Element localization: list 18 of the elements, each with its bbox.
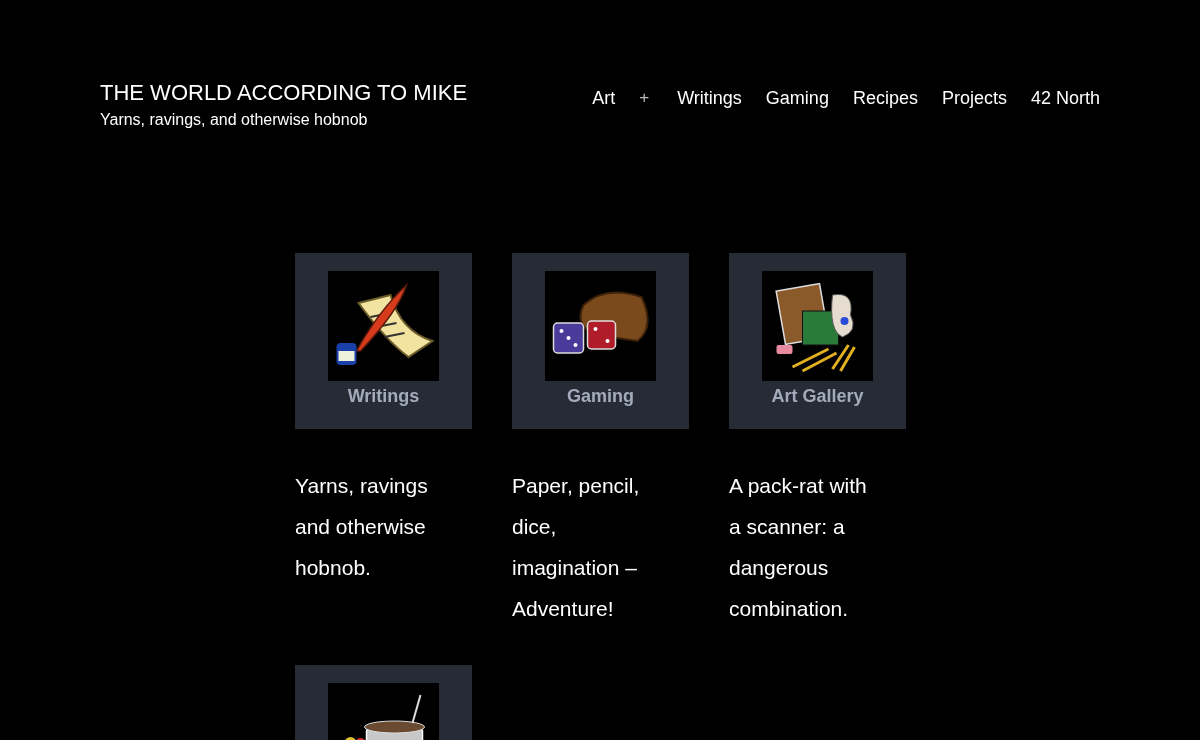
category-card[interactable]: Writings (295, 253, 472, 429)
nav-link[interactable]: Recipes (852, 87, 918, 109)
nav-link[interactable]: Art (592, 87, 616, 109)
submenu-toggle[interactable]: + (635, 88, 654, 108)
card-description: Paper, pencil, dice, imagination – Adventure! (512, 473, 641, 622)
category-card[interactable]: Gaming (512, 253, 689, 429)
site-tagline: Yarns, ravings, and otherwise hobnob (100, 111, 369, 129)
nav-link[interactable]: Projects (941, 87, 1007, 109)
card-description: A pack-rat with a scanner: a dangerous combination. (729, 473, 868, 622)
nav-link[interactable]: Gaming (765, 87, 829, 109)
card-label: Art Gallery (771, 386, 864, 407)
site-title[interactable]: THE WORLD ACCORDING TO MIKE (100, 78, 468, 108)
nav-link[interactable]: Writings (677, 87, 742, 109)
category-card[interactable]: Art Gallery (729, 253, 906, 429)
card-label: Writings (347, 386, 420, 407)
card-label: Gaming (567, 386, 634, 407)
nav-link[interactable]: 42 North (1030, 87, 1100, 109)
card-description: Yarns, ravings and otherwise hobnob. (295, 473, 429, 581)
